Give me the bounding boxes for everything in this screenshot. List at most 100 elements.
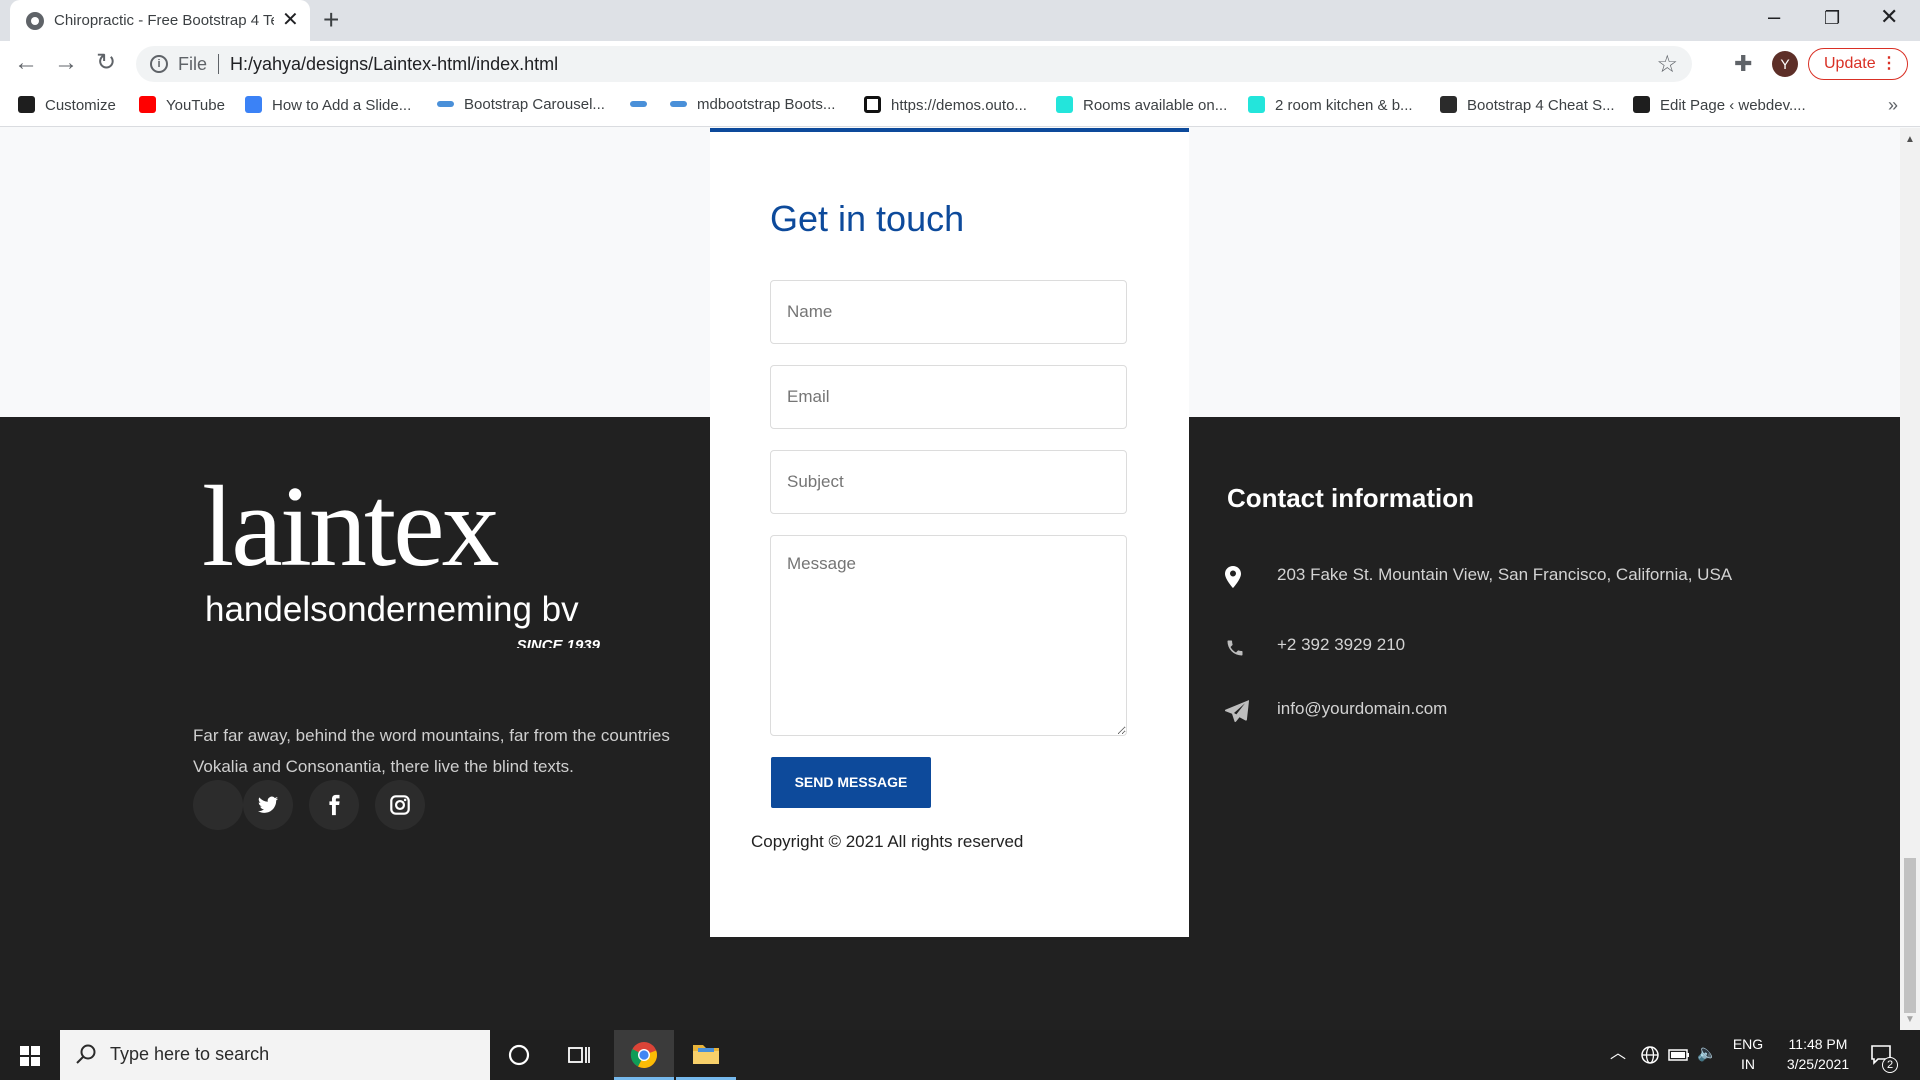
reload-icon[interactable]: ↻ [96, 51, 116, 75]
system-clock[interactable]: 11:48 PM 3/25/2021 [1770, 1034, 1866, 1074]
square-icon [864, 96, 881, 113]
form-heading: Get in touch [770, 198, 965, 239]
chrome-icon [630, 1042, 657, 1068]
svg-text:handelsonderneming bv: handelsonderneming bv [205, 590, 579, 629]
clock-time: 11:48 PM [1788, 1036, 1848, 1052]
notification-count: 2 [1882, 1057, 1898, 1073]
contact-email[interactable]: info@yourdomain.com [1277, 696, 1737, 722]
minimize-icon[interactable]: – [1768, 4, 1780, 30]
taskbar-search-box[interactable]: Type here to search [60, 1030, 490, 1080]
close-tab-icon[interactable]: ✕ [282, 9, 299, 31]
message-textarea[interactable] [770, 535, 1127, 736]
page-icon [245, 96, 262, 113]
show-hidden-icons-icon[interactable]: ︿ [1610, 1044, 1626, 1064]
code-icon [18, 96, 35, 113]
bookmark-item[interactable]: mdbootstrap Boots... [670, 96, 835, 113]
phone-icon [1227, 640, 1243, 656]
olx-icon [1248, 96, 1265, 113]
browser-tab[interactable]: Chiropractic - Free Bootstrap 4 Te ✕ [10, 0, 310, 41]
youtube-icon [139, 96, 156, 113]
laintex-logo: laintex handelsonderneming bv SINCE 1939 [200, 463, 612, 654]
forward-icon[interactable]: → [54, 51, 78, 75]
clock-date: 3/25/2021 [1786, 1056, 1850, 1072]
back-icon[interactable]: ← [14, 51, 38, 75]
address-url[interactable]: H:/yahya/designs/Laintex-html/index.html [230, 54, 558, 75]
bookmark-item[interactable]: YouTube [139, 96, 225, 114]
olx-icon [1056, 96, 1073, 113]
address-protocol: File [178, 54, 208, 74]
map-pin-icon [1225, 566, 1241, 588]
more-bookmarks-icon[interactable]: » [1888, 95, 1898, 116]
page-scrollbar[interactable]: ▲ ▼ [1900, 128, 1920, 1030]
tab-bar: Chiropractic - Free Bootstrap 4 Te ✕ + –… [0, 0, 1920, 41]
tab-title: Chiropractic - Free Bootstrap 4 Te [54, 12, 274, 29]
svg-text:laintex: laintex [202, 468, 499, 591]
bookmark-item[interactable]: Bootstrap 4 Cheat S... [1440, 96, 1615, 114]
taskbar-search-placeholder: Type here to search [110, 1044, 270, 1064]
send-message-button[interactable]: SEND MESSAGE [771, 757, 931, 808]
file-explorer-taskbar-app[interactable] [676, 1030, 736, 1080]
site-info-icon[interactable]: i [150, 55, 168, 73]
svg-text:SINCE 1939: SINCE 1939 [517, 637, 601, 648]
close-window-icon[interactable]: ✕ [1880, 4, 1898, 30]
mdb-icon [670, 101, 687, 107]
copyright-text: Copyright © 2021 All rights reserved [751, 832, 1024, 851]
profile-avatar[interactable]: Y [1772, 51, 1798, 77]
h-icon [1440, 96, 1457, 113]
language-code: ENG [1732, 1036, 1764, 1052]
page-favicon-icon [26, 12, 44, 30]
region-code: IN [1741, 1056, 1755, 1072]
menu-dots-icon[interactable]: ⋮ [1881, 49, 1897, 79]
address-divider [218, 54, 219, 74]
bookmark-item[interactable]: Bootstrap Carousel... [437, 96, 605, 113]
about-text: Far far away, behind the word mountains,… [193, 726, 670, 776]
network-globe-icon[interactable] [1640, 1045, 1660, 1065]
battery-icon[interactable] [1668, 1048, 1690, 1062]
bookmark-item[interactable]: Customize [18, 96, 116, 114]
scrollbar-thumb[interactable] [1904, 858, 1916, 1013]
bookmark-item[interactable]: Edit Page ‹ webdev.... [1633, 96, 1806, 114]
contact-address: 203 Fake St. Mountain View, San Francisc… [1277, 565, 1733, 584]
bookmarks-bar: Customize YouTube How to Add a Slide... … [0, 87, 1920, 127]
bookmark-item[interactable]: Rooms available on... [1056, 96, 1227, 114]
volume-icon[interactable]: 🔈 [1697, 1044, 1717, 1064]
scroll-down-icon[interactable]: ▼ [1905, 1014, 1915, 1025]
browser-toolbar: ← → ↻ i File H:/yahya/designs/Laintex-ht… [0, 41, 1920, 87]
contact-heading: Contact information [1227, 483, 1474, 513]
windows-taskbar: Type here to search ︿ 🔈 ENG IN 11:48 PM … [0, 1030, 1920, 1080]
twitter-icon [257, 796, 279, 813]
contact-form-card: Get in touch SEND MESSAGE Copyright © 20… [710, 128, 1189, 937]
cortana-icon[interactable] [507, 1042, 531, 1068]
contact-phone: +2 392 3929 210 [1277, 635, 1406, 654]
new-tab-icon[interactable]: + [323, 6, 339, 34]
name-input[interactable] [770, 280, 1127, 344]
mdb-icon [630, 101, 647, 107]
chrome-taskbar-app[interactable] [614, 1030, 674, 1080]
update-button[interactable]: Update ⋮ [1808, 48, 1908, 80]
folder-icon [693, 1045, 719, 1064]
extensions-icon[interactable]: ✚ [1734, 51, 1752, 77]
bookmark-item[interactable]: https://demos.outo... [864, 96, 1027, 114]
windows-start-icon[interactable] [20, 1046, 40, 1066]
task-view-icon[interactable] [567, 1042, 591, 1068]
twitter-button[interactable] [243, 780, 293, 830]
instagram-button[interactable] [375, 780, 425, 830]
web-page: laintex handelsonderneming bv SINCE 1939… [0, 128, 1900, 1030]
facebook-button[interactable] [309, 780, 359, 830]
search-icon [76, 1044, 96, 1064]
subject-input[interactable] [770, 450, 1127, 514]
email-input[interactable] [770, 365, 1127, 429]
update-label: Update [1824, 55, 1876, 72]
language-indicator[interactable]: ENG IN [1728, 1034, 1768, 1074]
restore-icon[interactable]: ❐ [1824, 8, 1840, 29]
bookmark-item[interactable] [630, 96, 657, 113]
paper-plane-icon [1225, 700, 1249, 722]
code-icon [1633, 96, 1650, 113]
mdb-icon [437, 101, 454, 107]
address-bar[interactable]: i File H:/yahya/designs/Laintex-html/ind… [136, 46, 1692, 82]
bookmark-item[interactable]: How to Add a Slide... [245, 96, 411, 114]
social-blank-button[interactable] [193, 780, 243, 830]
bookmark-item[interactable]: 2 room kitchen & b... [1248, 96, 1413, 114]
scroll-up-icon[interactable]: ▲ [1905, 134, 1915, 145]
bookmark-star-icon[interactable]: ☆ [1656, 50, 1678, 79]
